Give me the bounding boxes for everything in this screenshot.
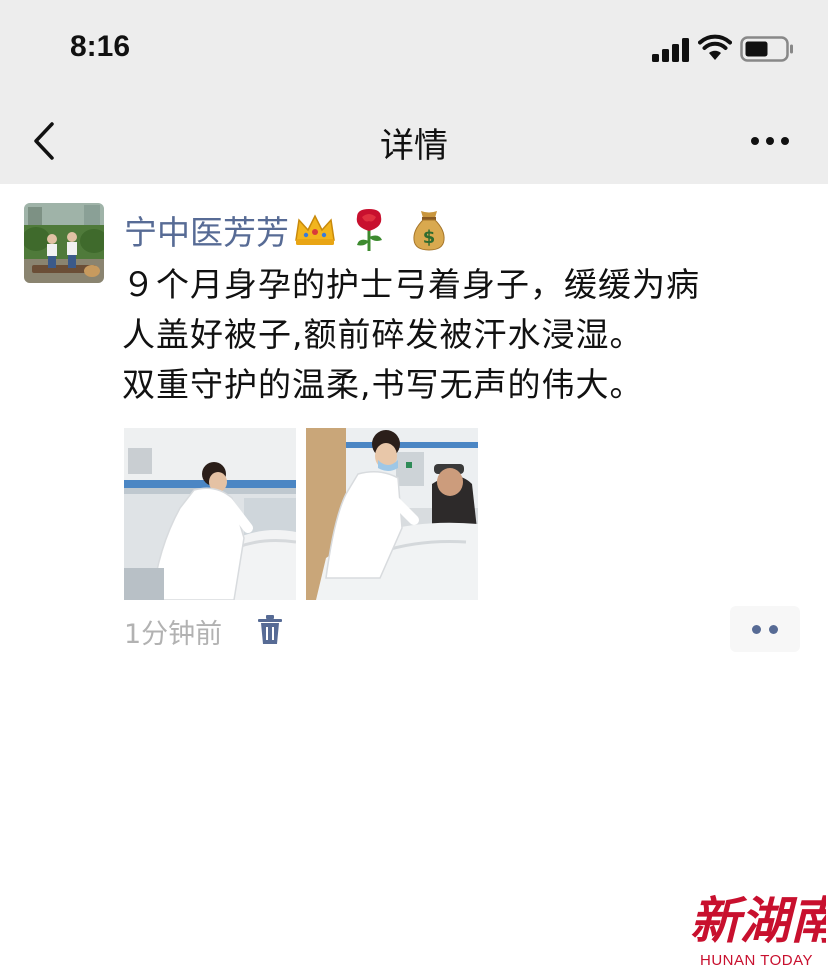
post-timestamp: 1分钟前 — [124, 619, 223, 650]
svg-text:$: $ — [423, 227, 436, 248]
money-bag-icon: $ — [413, 211, 445, 251]
crown-icon — [295, 214, 335, 245]
post-text-line: 双重守护的温柔,书写无声的伟大。 — [122, 365, 644, 404]
author-name[interactable]: 宁中医芳芳 — [124, 206, 289, 254]
page-title: 详情 — [380, 126, 448, 166]
svg-text:新湖南: 新湖南 — [690, 891, 826, 948]
post-photo-2[interactable] — [306, 428, 478, 600]
avatar-photo — [24, 203, 104, 283]
rose-icon — [356, 209, 382, 251]
dot-icon — [752, 625, 761, 634]
wifi-icon — [698, 34, 732, 60]
nav-bar: 详情 — [0, 100, 828, 184]
nurse-covering-patient-photo — [124, 428, 296, 600]
post-photo-1[interactable] — [124, 428, 296, 600]
more-options-icon[interactable] — [748, 126, 792, 156]
battery-icon — [740, 36, 793, 62]
avatar[interactable] — [24, 203, 104, 283]
status-time: 8:16 — [70, 30, 131, 63]
watermark-caption: HUNAN TODAY — [700, 952, 814, 969]
trash-icon[interactable] — [256, 614, 284, 646]
post-text-line: 人盖好被子,额前碎发被汗水浸湿。 — [122, 315, 644, 354]
nurse-tending-elderly-patient-photo — [306, 428, 478, 600]
status-bar: 8:16 — [0, 0, 828, 100]
post-content: ９个月身孕的护士弓着身子，缓缓为病 人盖好被子,额前碎发被汗水浸湿。 双重守护的… — [122, 260, 782, 410]
cellular-signal-icon — [652, 38, 689, 62]
author-name-row: 宁中医芳芳 $ — [124, 206, 447, 254]
hunan-today-logo: 新湖南 — [690, 891, 826, 948]
comment-like-button[interactable] — [730, 606, 800, 652]
dot-icon — [769, 625, 778, 634]
post-text-line: ９个月身孕的护士弓着身子，缓缓为病 — [122, 265, 700, 304]
